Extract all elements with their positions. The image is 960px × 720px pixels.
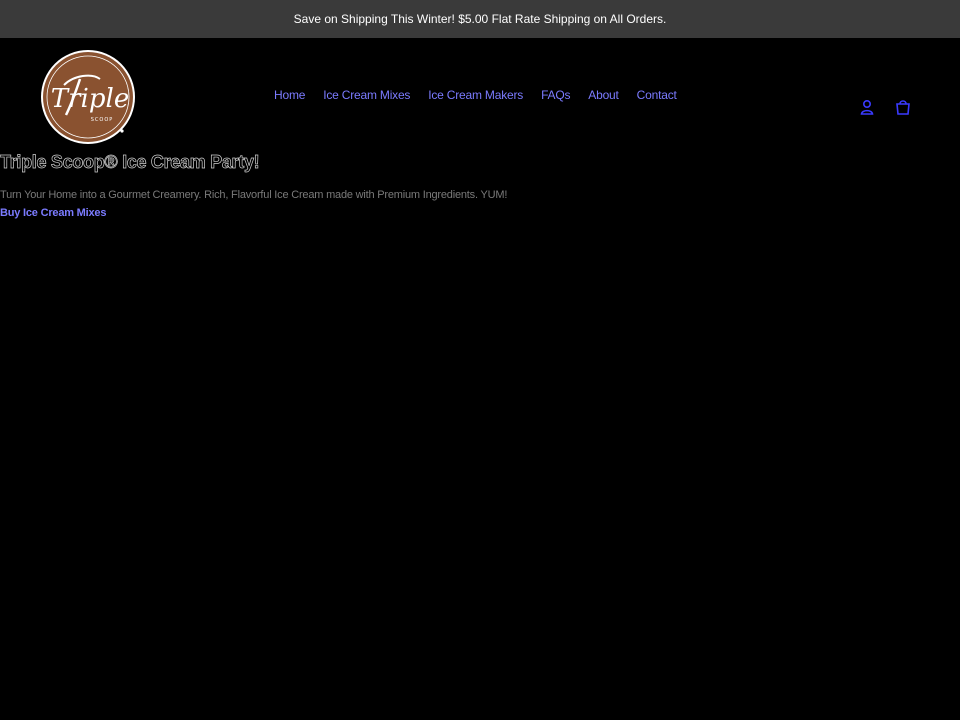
nav-ice-cream-makers[interactable]: Ice Cream Makers	[428, 88, 523, 102]
nav-ice-cream-mixes[interactable]: Ice Cream Mixes	[323, 88, 410, 102]
hero-title: Triple Scoop® Ice Cream Party!	[0, 152, 260, 173]
main-nav: Home Ice Cream Mixes Ice Cream Makers FA…	[274, 88, 677, 102]
logo-word: Triple	[51, 84, 129, 114]
hero-subtitle: Turn Your Home into a Gourmet Creamery. …	[0, 189, 508, 201]
buy-mixes-link[interactable]: Buy Ice Cream Mixes	[0, 207, 106, 219]
announcement-bar: Save on Shipping This Winter! $5.00 Flat…	[0, 0, 960, 38]
cart-icon[interactable]	[894, 98, 912, 116]
nav-contact[interactable]: Contact	[637, 88, 677, 102]
nav-home[interactable]: Home	[274, 88, 305, 102]
nav-about[interactable]: About	[588, 88, 619, 102]
triple-scoop-logo-icon: Triple SCOOP	[41, 50, 135, 144]
announcement-text: Save on Shipping This Winter! $5.00 Flat…	[293, 12, 667, 26]
nav-faqs[interactable]: FAQs	[541, 88, 570, 102]
account-icon[interactable]	[858, 98, 876, 116]
logo-subword: SCOOP	[91, 117, 114, 123]
brand-logo[interactable]: Triple SCOOP	[40, 49, 136, 145]
header-icons	[858, 98, 912, 116]
